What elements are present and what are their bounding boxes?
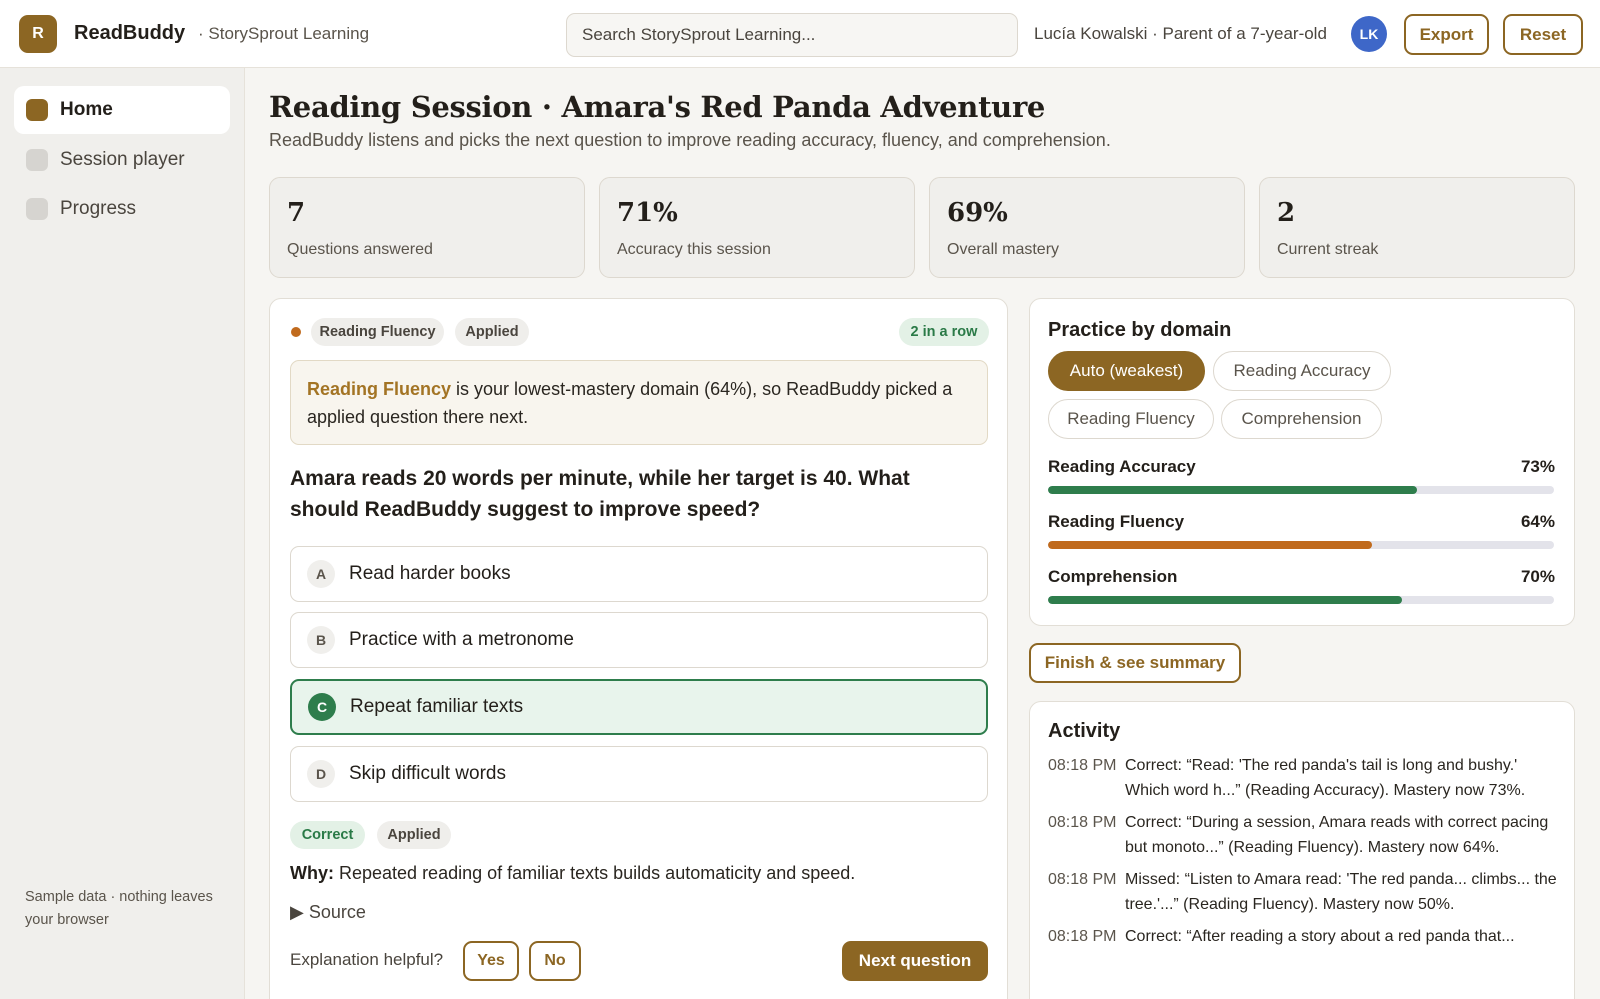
question-card: Reading Fluency Applied 2 in a row Readi… <box>269 298 1008 999</box>
why-label: Why: <box>290 863 334 883</box>
activity-text: Correct: “After reading a story about a … <box>1125 928 1515 945</box>
feedback-yes-button[interactable]: Yes <box>463 941 519 981</box>
activity-text: Missed: “Listen to Amara read: 'The red … <box>1125 871 1557 913</box>
option-text: Skip difficult words <box>349 763 506 784</box>
note-highlight: Reading Fluency <box>307 379 452 399</box>
finish-summary-button[interactable]: Finish & see summary <box>1029 643 1241 683</box>
sidebar-item-label: Progress <box>60 198 137 219</box>
feedback-no-button[interactable]: No <box>529 941 581 981</box>
stat-label: Questions answered <box>287 241 433 258</box>
sidebar: Home Session player Progress Sample data… <box>0 68 245 999</box>
option-letter: B <box>307 626 335 654</box>
activity-item: 08:18 PM Correct: “During a session, Ama… <box>1048 810 1560 860</box>
stat-label: Current streak <box>1277 241 1379 258</box>
sidebar-item-label: Session player <box>60 149 185 170</box>
stat-label: Accuracy this session <box>617 241 771 258</box>
activity-time: 08:18 PM <box>1048 928 1117 945</box>
stat-card-accuracy: 71% Accuracy this session <box>599 177 915 278</box>
domain-progress-bar <box>1048 596 1554 604</box>
option-text: Read harder books <box>349 563 511 584</box>
pill-reading-fluency[interactable]: Reading Fluency <box>1048 399 1214 439</box>
pill-reading-accuracy[interactable]: Reading Accuracy <box>1213 351 1391 391</box>
practice-title: Practice by domain <box>1048 319 1232 341</box>
activity-text: Correct: “During a session, Amara reads … <box>1125 814 1549 856</box>
sidebar-footer-note: Sample data · nothing leaves your browse… <box>25 889 213 928</box>
option-letter: A <box>307 560 335 588</box>
home-icon <box>26 99 48 121</box>
activity-time: 08:18 PM <box>1048 757 1117 774</box>
page-subtitle: ReadBuddy listens and picks the next que… <box>269 130 1111 150</box>
practice-card: Practice by domain Auto (weakest) Readin… <box>1029 298 1575 626</box>
domain-name: Reading Accuracy <box>1048 457 1196 476</box>
user-info: Lucía Kowalski · Parent of a 7-year-old <box>1034 24 1327 43</box>
stat-value: 7 <box>287 198 306 228</box>
export-button[interactable]: Export <box>1404 14 1489 55</box>
domain-name: Reading Fluency <box>1048 512 1185 531</box>
domain-progress-bar <box>1048 541 1554 549</box>
domain-progress-bar <box>1048 486 1554 494</box>
domain-name: Comprehension <box>1048 567 1178 586</box>
explanation: Why: Repeated reading of familiar texts … <box>290 863 855 884</box>
progress-icon <box>26 198 48 220</box>
activity-time: 08:18 PM <box>1048 871 1117 888</box>
option-letter: C <box>308 693 336 721</box>
search-input[interactable] <box>566 13 1018 57</box>
option-text: Repeat familiar texts <box>350 696 524 717</box>
source-toggle[interactable]: ▶ Source <box>290 902 366 923</box>
option-text: Practice with a metronome <box>349 629 574 650</box>
pill-comprehension[interactable]: Comprehension <box>1221 399 1382 439</box>
sidebar-item-progress[interactable]: Progress <box>14 185 230 233</box>
next-question-button[interactable]: Next question <box>842 941 988 981</box>
session-player-icon <box>26 149 48 171</box>
stat-card-mastery: 69% Overall mastery <box>929 177 1245 278</box>
page-title: Reading Session · Amara's Red Panda Adve… <box>269 90 1046 124</box>
activity-item: 08:18 PM Missed: “Listen to Amara read: … <box>1048 867 1560 917</box>
answer-option-a[interactable]: A Read harder books <box>290 546 988 602</box>
app-name: ReadBuddy <box>74 22 186 44</box>
answer-option-c[interactable]: C Repeat familiar texts <box>290 679 988 735</box>
domain-percent: 73% <box>1520 457 1555 476</box>
stat-card-streak: 2 Current streak <box>1259 177 1575 278</box>
activity-item: 08:18 PM Correct: “After reading a story… <box>1048 924 1560 949</box>
sidebar-item-session-player[interactable]: Session player <box>14 136 230 184</box>
result-type-chip: Applied <box>377 821 451 849</box>
answer-option-d[interactable]: D Skip difficult words <box>290 746 988 802</box>
domain-percent: 70% <box>1520 567 1555 586</box>
avatar[interactable]: LK <box>1351 16 1387 52</box>
activity-title: Activity <box>1048 720 1121 742</box>
reset-button[interactable]: Reset <box>1503 14 1583 55</box>
result-badge: Correct <box>290 821 365 849</box>
activity-list[interactable]: 08:18 PM Correct: “Read: 'The red panda'… <box>1048 753 1560 958</box>
stat-value: 69% <box>947 198 1008 228</box>
sidebar-item-label: Home <box>60 99 113 120</box>
option-letter: D <box>307 760 335 788</box>
streak-badge: 2 in a row <box>899 318 989 346</box>
stat-value: 2 <box>1277 198 1296 228</box>
org-name: · StorySprout Learning <box>198 24 370 43</box>
domain-progress-fill <box>1048 596 1403 604</box>
top-bar: R ReadBuddy · StorySprout Learning Lucía… <box>0 0 1600 68</box>
selection-note: Reading Fluency is your lowest-mastery d… <box>290 360 988 445</box>
why-text: Repeated reading of familiar texts build… <box>334 863 856 883</box>
domain-chip: Reading Fluency <box>311 318 444 346</box>
answer-option-b[interactable]: B Practice with a metronome <box>290 612 988 668</box>
sidebar-item-home[interactable]: Home <box>14 86 230 134</box>
stat-label: Overall mastery <box>947 241 1060 258</box>
domain-percent: 64% <box>1520 512 1555 531</box>
stat-card-questions: 7 Questions answered <box>269 177 585 278</box>
activity-time: 08:18 PM <box>1048 814 1117 831</box>
activity-text: Correct: “Read: 'The red panda's tail is… <box>1125 757 1526 799</box>
feedback-prompt: Explanation helpful? <box>290 950 444 969</box>
domain-progress-fill <box>1048 541 1372 549</box>
activity-card: Activity 08:18 PM Correct: “Read: 'The r… <box>1029 701 1575 999</box>
type-chip: Applied <box>455 318 529 346</box>
app-logo: R <box>19 15 57 53</box>
pill-auto-weakest[interactable]: Auto (weakest) <box>1048 351 1205 391</box>
domain-dot-icon <box>291 327 301 337</box>
domain-progress-fill <box>1048 486 1418 494</box>
activity-item: 08:18 PM Correct: “Read: 'The red panda'… <box>1048 753 1560 803</box>
stat-value: 71% <box>617 198 678 228</box>
question-text: Amara reads 20 words per minute, while h… <box>290 467 910 521</box>
